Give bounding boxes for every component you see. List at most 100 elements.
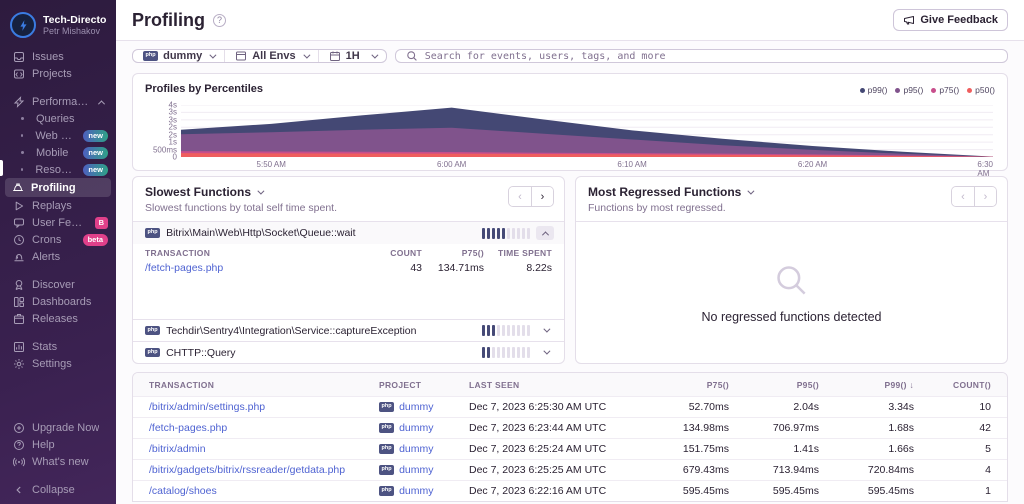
- calendar-icon: [329, 50, 341, 62]
- project-link[interactable]: dummy: [399, 401, 433, 413]
- sidebar-item-profiling[interactable]: Profiling: [5, 178, 111, 197]
- sidebar-item-label: Resources: [35, 164, 76, 176]
- search-bar[interactable]: [395, 49, 1008, 63]
- legend-item[interactable]: p95(): [895, 85, 923, 95]
- sidebar-item-performance[interactable]: Performance: [0, 93, 116, 110]
- transaction-link[interactable]: /fetch-pages.php: [149, 422, 379, 434]
- performance-icon: [12, 95, 25, 108]
- project-link[interactable]: dummy: [399, 443, 433, 455]
- main-area: Profiling ? Give Feedback php dummy: [116, 0, 1024, 504]
- regressed-pagination: ‹ ›: [951, 186, 997, 207]
- expand-function-button[interactable]: [536, 346, 554, 360]
- sidebar-item-whats-new[interactable]: What's new: [0, 453, 116, 470]
- clock-icon: [12, 233, 25, 246]
- page-filter-group: php dummy All Envs 1H: [132, 49, 387, 63]
- legend-label: p99(): [868, 85, 888, 95]
- legend-dot-icon: [860, 88, 865, 93]
- sidebar-item-label: Queries: [36, 113, 75, 125]
- sidebar-item-label: Replays: [32, 200, 72, 212]
- sidebar-item-resources[interactable]: Resources new: [0, 161, 116, 178]
- legend-item[interactable]: p75(): [931, 85, 959, 95]
- sidebar-item-alerts[interactable]: Alerts: [0, 248, 116, 265]
- header-p95[interactable]: P95(): [729, 380, 819, 390]
- last-seen-value: Dec 7, 2023 6:25:25 AM UTC: [469, 464, 619, 476]
- p75-value: 679.43ms: [619, 464, 729, 476]
- sidebar-item-stats[interactable]: Stats: [0, 338, 116, 355]
- x-tick-label: 6:20 AM: [798, 160, 827, 169]
- page-help-icon[interactable]: ?: [213, 14, 226, 27]
- transaction-link[interactable]: /bitrix/admin: [149, 443, 379, 455]
- b-badge: B: [95, 217, 108, 229]
- sidebar-item-queries[interactable]: Queries: [0, 110, 116, 127]
- date-range-selector[interactable]: 1H: [318, 50, 386, 62]
- function-name: Bitrix\Main\Web\Http\Socket\Queue::wait: [166, 227, 355, 239]
- sidebar-item-crons[interactable]: Crons beta: [0, 231, 116, 248]
- function-row[interactable]: php Bitrix\Main\Web\Http\Socket\Queue::w…: [133, 222, 564, 244]
- function-row[interactable]: php Techdir\Sentry4\Integration\Service:…: [133, 319, 564, 341]
- sidebar-item-mobile[interactable]: Mobile new: [0, 144, 116, 161]
- next-page-button[interactable]: ›: [531, 187, 553, 206]
- header-count[interactable]: COUNT(): [914, 380, 991, 390]
- legend-label: p50(): [975, 85, 995, 95]
- project-link[interactable]: dummy: [399, 422, 433, 434]
- project-selector[interactable]: php dummy: [133, 50, 224, 62]
- prev-page-button[interactable]: ‹: [509, 187, 531, 206]
- chevron-down-icon: [303, 51, 310, 58]
- prev-page-button[interactable]: ‹: [952, 187, 974, 206]
- header-p75[interactable]: P75(): [619, 380, 729, 390]
- function-name: CHTTP::Query: [166, 347, 235, 359]
- percentiles-plot[interactable]: 4s3s3s2s2s1s500ms0: [181, 105, 993, 157]
- new-badge: new: [83, 164, 108, 176]
- function-duration-bars: [482, 228, 530, 239]
- transaction-link[interactable]: /fetch-pages.php: [145, 262, 377, 274]
- expand-function-button[interactable]: [536, 324, 554, 338]
- give-feedback-button[interactable]: Give Feedback: [893, 9, 1008, 31]
- p75-value: 134.98ms: [619, 422, 729, 434]
- sidebar-item-web-vitals[interactable]: Web Vitals new: [0, 127, 116, 144]
- project-link[interactable]: dummy: [399, 485, 433, 497]
- function-row[interactable]: php CHTTP::Query: [133, 341, 564, 363]
- projects-icon: [12, 67, 25, 80]
- next-page-button[interactable]: ›: [974, 187, 996, 206]
- transaction-link[interactable]: /bitrix/admin/settings.php: [149, 401, 379, 413]
- environment-selector[interactable]: All Envs: [224, 50, 317, 62]
- function-duration-bars: [482, 325, 530, 336]
- regressed-functions-selector[interactable]: Most Regressed Functions: [588, 185, 995, 199]
- table-row: /bitrix/gadgets/bitrix/rssreader/getdata…: [133, 459, 1007, 480]
- legend-dot-icon: [967, 88, 972, 93]
- p99-value: 720.84ms: [819, 464, 914, 476]
- transaction-link[interactable]: /bitrix/gadgets/bitrix/rssreader/getdata…: [149, 464, 379, 476]
- search-input[interactable]: [425, 51, 997, 62]
- org-name: Tech-Director.r...: [43, 14, 106, 26]
- x-axis-labels: 5:50 AM6:00 AM6:10 AM6:20 AM6:30 AM: [181, 157, 993, 171]
- circle-plus-icon: [12, 421, 25, 434]
- collapse-function-button[interactable]: [536, 226, 554, 240]
- page-title: Profiling: [132, 10, 205, 31]
- sidebar-item-settings[interactable]: Settings: [0, 355, 116, 372]
- sidebar-item-dashboards[interactable]: Dashboards: [0, 293, 116, 310]
- legend-item[interactable]: p50(): [967, 85, 995, 95]
- sidebar-item-releases[interactable]: Releases: [0, 310, 116, 327]
- sidebar-item-label: Dashboards: [32, 296, 91, 308]
- sidebar-item-projects[interactable]: Projects: [0, 65, 116, 82]
- sidebar-item-replays[interactable]: Replays: [0, 197, 116, 214]
- sidebar-item-help[interactable]: Help: [0, 436, 116, 453]
- count-value: 5: [914, 443, 991, 455]
- sidebar-item-issues[interactable]: Issues: [0, 48, 116, 65]
- header-p99-sorted[interactable]: P99() ↓: [819, 380, 914, 390]
- y-tick-label: 0: [173, 153, 177, 162]
- p99-value: 1.68s: [819, 422, 914, 434]
- slowest-functions-selector[interactable]: Slowest Functions: [145, 185, 552, 199]
- transaction-link[interactable]: /catalog/shoes: [149, 485, 379, 497]
- last-seen-value: Dec 7, 2023 6:22:16 AM UTC: [469, 485, 619, 497]
- sidebar-item-user-feedback[interactable]: User Feedback B: [0, 214, 116, 231]
- org-switcher[interactable]: Tech-Director.r... Petr Mishakov: [0, 8, 116, 48]
- sidebar-collapse-button[interactable]: Collapse: [0, 481, 116, 498]
- legend-item[interactable]: p99(): [860, 85, 888, 95]
- sidebar-item-upgrade-now[interactable]: Upgrade Now: [0, 419, 116, 436]
- empty-state-message: No regressed functions detected: [702, 310, 882, 324]
- project-link[interactable]: dummy: [399, 464, 433, 476]
- sidebar-item-discover[interactable]: Discover: [0, 276, 116, 293]
- active-item-accent: [0, 160, 3, 176]
- sidebar-item-label: Discover: [32, 279, 75, 291]
